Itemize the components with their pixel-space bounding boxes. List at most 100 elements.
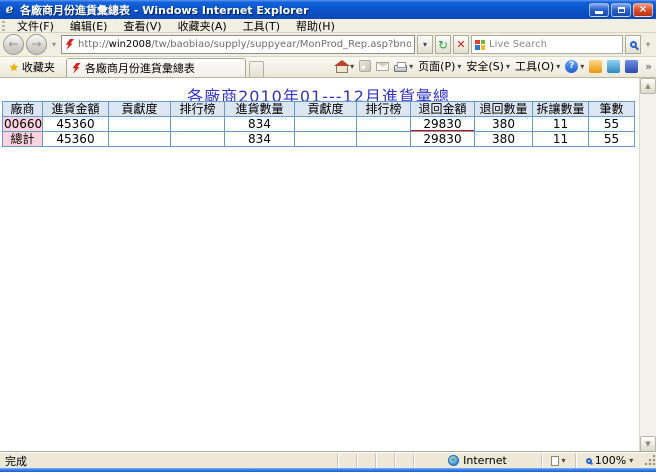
column-header: 廠商 <box>3 102 43 117</box>
search-options-dropdown[interactable]: ▾ <box>643 40 653 49</box>
table-cell <box>357 132 411 147</box>
table-cell <box>295 132 357 147</box>
refresh-icon: ↻ <box>438 38 448 52</box>
column-header: 拆讓數量 <box>533 102 589 117</box>
zoom-level-value: 100% <box>595 454 626 467</box>
table-row: 總計45360834298303801155 <box>3 132 635 147</box>
favorites-button[interactable]: ★ 收藏夹 <box>2 58 62 76</box>
read-mail-icon[interactable] <box>376 62 389 71</box>
table-cell: 834 <box>225 117 295 132</box>
refresh-button[interactable]: ↻ <box>435 35 451 54</box>
menu-view[interactable]: 查看(V) <box>115 18 169 34</box>
url-text: http://win2008/tw/baobiao/supply/suppyea… <box>78 39 411 50</box>
active-tab[interactable]: 各廠商月份進貨彙總表 <box>66 58 246 77</box>
addon-icon-2[interactable] <box>607 60 620 73</box>
report-table: 廠商進貨金額貢獻度排行榜進貨數量貢獻度排行榜退回金額退回數量拆讓數量筆數0066… <box>2 101 635 147</box>
tab-title: 各廠商月份進貨彙總表 <box>85 60 195 76</box>
table-cell: 55 <box>589 132 635 147</box>
menu-bar: 文件(F) 编辑(E) 查看(V) 收藏夹(A) 工具(T) 帮助(H) <box>0 19 656 33</box>
address-dropdown-button[interactable]: ▾ <box>417 35 433 54</box>
recent-pages-dropdown[interactable]: ▾ <box>49 40 59 49</box>
ie-logo-icon: e <box>3 3 16 16</box>
table-header-row: 廠商進貨金額貢獻度排行榜進貨數量貢獻度排行榜退回金額退回數量拆讓數量筆數 <box>3 102 635 117</box>
table-cell: 45360 <box>43 117 109 132</box>
restore-button[interactable] <box>611 3 631 17</box>
status-pane <box>356 453 375 468</box>
command-bar: ▾ ▾ 页面(P)▾ 安全(S)▾ 工具(O)▾ ?▾ » <box>336 57 654 77</box>
tools-menu-button[interactable]: 工具(O)▾ <box>515 58 560 74</box>
url-scheme: http:// <box>78 39 109 50</box>
address-bar-input[interactable]: http://win2008/tw/baobiao/supply/suppyea… <box>61 35 415 54</box>
page-zoom-pane[interactable]: ▾ <box>541 453 575 468</box>
chevron-down-icon: ▾ <box>556 62 560 71</box>
vertical-scrollbar[interactable]: ▲ ▼ <box>639 78 656 452</box>
zoom-magnifier-icon <box>586 458 592 464</box>
search-button[interactable] <box>625 35 641 54</box>
table-cell: 29830 <box>411 132 475 147</box>
resize-grip[interactable] <box>643 453 656 468</box>
favorites-label: 收藏夹 <box>22 59 55 75</box>
url-path: /tw/baobiao/supply/suppyear/MonProd_Rep.… <box>151 39 411 50</box>
table-cell: 380 <box>475 117 533 132</box>
home-button[interactable]: ▾ <box>336 60 354 73</box>
column-header: 進貨數量 <box>225 102 295 117</box>
table-row: 00660245360834298303801155 <box>3 117 635 132</box>
safety-menu-button[interactable]: 安全(S)▾ <box>466 58 510 74</box>
print-icon <box>394 65 407 72</box>
addon-icon-1[interactable] <box>589 60 602 73</box>
chevron-down-icon: ▾ <box>506 62 510 71</box>
forward-button[interactable]: → <box>26 34 47 55</box>
close-button[interactable]: × <box>633 3 653 17</box>
scroll-up-button[interactable]: ▲ <box>640 78 656 94</box>
table-cell <box>109 117 171 132</box>
minimize-icon <box>595 11 603 14</box>
window-title: 各廠商月份進貨彙總表 - Windows Internet Explorer <box>20 2 589 18</box>
chevron-down-icon: ▾ <box>580 62 584 71</box>
table-cell <box>171 132 225 147</box>
column-header: 退回數量 <box>475 102 533 117</box>
column-header: 排行榜 <box>357 102 411 117</box>
restore-icon <box>618 7 625 13</box>
search-icon <box>630 41 637 48</box>
table-cell: 11 <box>533 117 589 132</box>
print-button[interactable]: ▾ <box>394 61 413 72</box>
windows-flag-icon <box>475 40 485 50</box>
chevron-down-icon: ▾ <box>561 456 565 465</box>
help-menu-button[interactable]: ?▾ <box>565 60 584 73</box>
minimize-button[interactable] <box>589 3 609 17</box>
navigation-bar: ← → ▾ http://win2008/tw/baobiao/supply/s… <box>0 33 656 57</box>
addon-icon-3[interactable] <box>625 60 638 73</box>
page-favicon-icon <box>65 39 74 50</box>
column-header: 貢獻度 <box>109 102 171 117</box>
stop-icon: ✕ <box>456 38 465 51</box>
page-menu-button[interactable]: 页面(P)▾ <box>418 58 461 74</box>
status-pane <box>375 453 394 468</box>
taskbar-edge <box>0 468 656 472</box>
back-button[interactable]: ← <box>3 34 24 55</box>
menu-tools[interactable]: 工具(T) <box>235 18 288 34</box>
feeds-icon[interactable] <box>359 60 371 72</box>
status-text: 完成 <box>0 453 337 469</box>
table-cell: 380 <box>475 132 533 147</box>
live-search-input[interactable]: Live Search <box>471 35 623 54</box>
url-domain: win2008 <box>109 39 152 50</box>
toolbar-overflow-chevron[interactable]: » <box>643 60 654 73</box>
menu-edit[interactable]: 编辑(E) <box>62 18 116 34</box>
help-icon: ? <box>565 60 578 73</box>
menu-favorites[interactable]: 收藏夹(A) <box>170 18 235 34</box>
menu-help[interactable]: 帮助(H) <box>288 18 343 34</box>
table-cell: 45360 <box>43 132 109 147</box>
new-tab-button[interactable] <box>249 61 264 77</box>
chevron-down-icon: ▾ <box>409 62 413 71</box>
zoom-level-control[interactable]: 100% ▾ <box>575 453 643 468</box>
chevron-down-icon: ▾ <box>350 62 354 71</box>
tools-menu-label: 工具(O) <box>515 58 554 74</box>
chevron-down-icon: ▾ <box>629 456 633 465</box>
scroll-down-button[interactable]: ▼ <box>640 436 656 452</box>
menu-file[interactable]: 文件(F) <box>9 18 62 34</box>
status-pane <box>337 453 356 468</box>
highlighted-cell: 29830 <box>411 117 475 132</box>
stop-button[interactable]: ✕ <box>453 35 469 54</box>
table-cell: 55 <box>589 117 635 132</box>
page-content: 各廠商2010年01---12月進貨彙總 廠商進貨金額貢獻度排行榜進貨數量貢獻度… <box>0 78 656 452</box>
